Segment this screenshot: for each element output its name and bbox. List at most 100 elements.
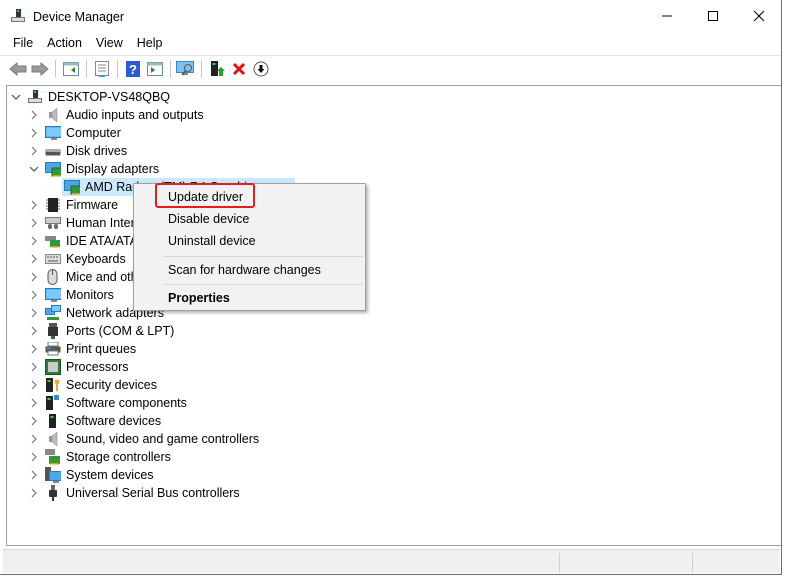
tree-category[interactable]: Keyboards (28, 250, 126, 268)
disk-drive-icon (45, 143, 61, 159)
tree-category-label: Processors (66, 360, 129, 374)
device-manager-app-icon (11, 9, 25, 22)
menu-file[interactable]: File (0, 32, 40, 54)
menu-action[interactable]: Action (40, 32, 89, 54)
hid-icon (45, 215, 61, 231)
chevron-right-icon[interactable] (28, 268, 40, 286)
chevron-right-icon[interactable] (28, 394, 40, 412)
display-adapter-icon (45, 161, 61, 177)
tree-category[interactable]: Security devices (28, 376, 157, 394)
show-hide-console-tree-button[interactable] (60, 58, 82, 80)
show-hide-action-pane-icon (147, 62, 163, 76)
ide-controller-icon (45, 233, 61, 249)
chevron-right-icon[interactable] (28, 430, 40, 448)
tree-category[interactable]: Monitors (28, 286, 114, 304)
menu-uninstall-device[interactable]: Uninstall device (168, 234, 256, 248)
tree-category-label: Firmware (66, 198, 119, 212)
display-adapter-icon (64, 179, 80, 195)
tree-category[interactable]: Print queues (28, 340, 136, 358)
tree-category-label: Storage controllers (66, 450, 171, 464)
tree-category-label: Ports (COM & LPT) (66, 324, 175, 338)
uninstall-device-button[interactable] (228, 58, 250, 80)
chevron-right-icon[interactable] (28, 412, 40, 430)
tree-category[interactable]: Audio inputs and outputs (28, 106, 204, 124)
chevron-right-icon[interactable] (28, 322, 40, 340)
update-driver-button[interactable] (206, 58, 228, 80)
chevron-right-icon[interactable] (28, 286, 40, 304)
show-hide-action-pane-button[interactable] (144, 58, 166, 80)
close-button[interactable] (736, 0, 782, 32)
tree-category[interactable]: Sound, video and game controllers (28, 430, 259, 448)
network-icon (45, 305, 61, 321)
tree-category[interactable]: System devices (28, 466, 154, 484)
chevron-right-icon[interactable] (28, 214, 40, 232)
chevron-right-icon[interactable] (28, 142, 40, 160)
enable-device-button[interactable] (250, 58, 272, 80)
chevron-right-icon[interactable] (28, 304, 40, 322)
tree-category[interactable]: Computer (28, 124, 121, 142)
status-divider (559, 553, 560, 573)
menu-properties[interactable]: Properties (168, 291, 230, 305)
chevron-right-icon[interactable] (28, 448, 40, 466)
chevron-right-icon[interactable] (28, 340, 40, 358)
menu-disable-device[interactable]: Disable device (168, 212, 249, 226)
tree-category[interactable]: Software components (28, 394, 187, 412)
chevron-right-icon[interactable] (28, 250, 40, 268)
close-icon (753, 10, 765, 22)
help-icon: ? (126, 61, 140, 77)
chevron-right-icon[interactable] (28, 376, 40, 394)
scan-hardware-button[interactable] (175, 58, 197, 80)
software-component-icon (45, 395, 61, 411)
tree-category-label: Disk drives (66, 144, 128, 158)
usb-icon (45, 485, 61, 501)
toolbar-separator (86, 60, 87, 78)
chevron-right-icon[interactable] (28, 484, 40, 502)
chip-icon (45, 197, 61, 213)
status-bar (3, 549, 780, 573)
help-button[interactable]: ? (122, 58, 144, 80)
chevron-down-icon[interactable] (10, 88, 22, 106)
toolbar-separator (201, 60, 202, 78)
tree-category[interactable]: Ports (COM & LPT) (28, 322, 174, 340)
tree-category[interactable]: Storage controllers (28, 448, 171, 466)
tree-category[interactable]: Processors (28, 358, 129, 376)
chevron-down-icon[interactable] (28, 160, 40, 178)
back-arrow-icon (9, 62, 27, 76)
tree-category[interactable]: Universal Serial Bus controllers (28, 484, 240, 502)
tree-category[interactable]: Display adapters (28, 160, 159, 178)
tree-category-label: Sound, video and game controllers (66, 432, 260, 446)
chevron-right-icon[interactable] (28, 124, 40, 142)
speaker-icon (45, 107, 61, 123)
tree-root[interactable]: DESKTOP-VS48QBQ (10, 88, 170, 106)
maximize-button[interactable] (690, 0, 736, 32)
chevron-right-icon[interactable] (28, 232, 40, 250)
chevron-right-icon[interactable] (28, 466, 40, 484)
properties-button[interactable] (91, 58, 113, 80)
update-driver-highlight (155, 183, 255, 208)
menu-view[interactable]: View (89, 32, 130, 54)
svg-text:?: ? (129, 62, 137, 77)
computer-tower-icon (27, 89, 43, 105)
back-button[interactable] (7, 58, 29, 80)
software-device-icon (45, 413, 61, 429)
toolbar-separator (55, 60, 56, 78)
uninstall-device-icon (232, 62, 246, 76)
tree-category-label: Software devices (66, 414, 162, 428)
minimize-button[interactable] (644, 0, 690, 32)
storage-controller-icon (45, 449, 61, 465)
tree-category[interactable]: Disk drives (28, 142, 127, 160)
tree-category-label: Keyboards (66, 252, 126, 266)
menu-scan-hardware[interactable]: Scan for hardware changes (168, 263, 321, 277)
title-bar[interactable]: Device Manager (0, 0, 781, 32)
tree-category[interactable]: Firmware (28, 196, 118, 214)
device-manager-window: Device Manager File Action View Help ? D… (0, 0, 782, 575)
chevron-right-icon[interactable] (28, 196, 40, 214)
tree-category[interactable]: Software devices (28, 412, 161, 430)
properties-icon (95, 61, 109, 77)
chevron-right-icon[interactable] (28, 358, 40, 376)
show-hide-console-tree-icon (63, 62, 79, 76)
forward-button[interactable] (29, 58, 51, 80)
computer-icon (45, 125, 61, 141)
chevron-right-icon[interactable] (28, 106, 40, 124)
menu-help[interactable]: Help (130, 32, 170, 54)
